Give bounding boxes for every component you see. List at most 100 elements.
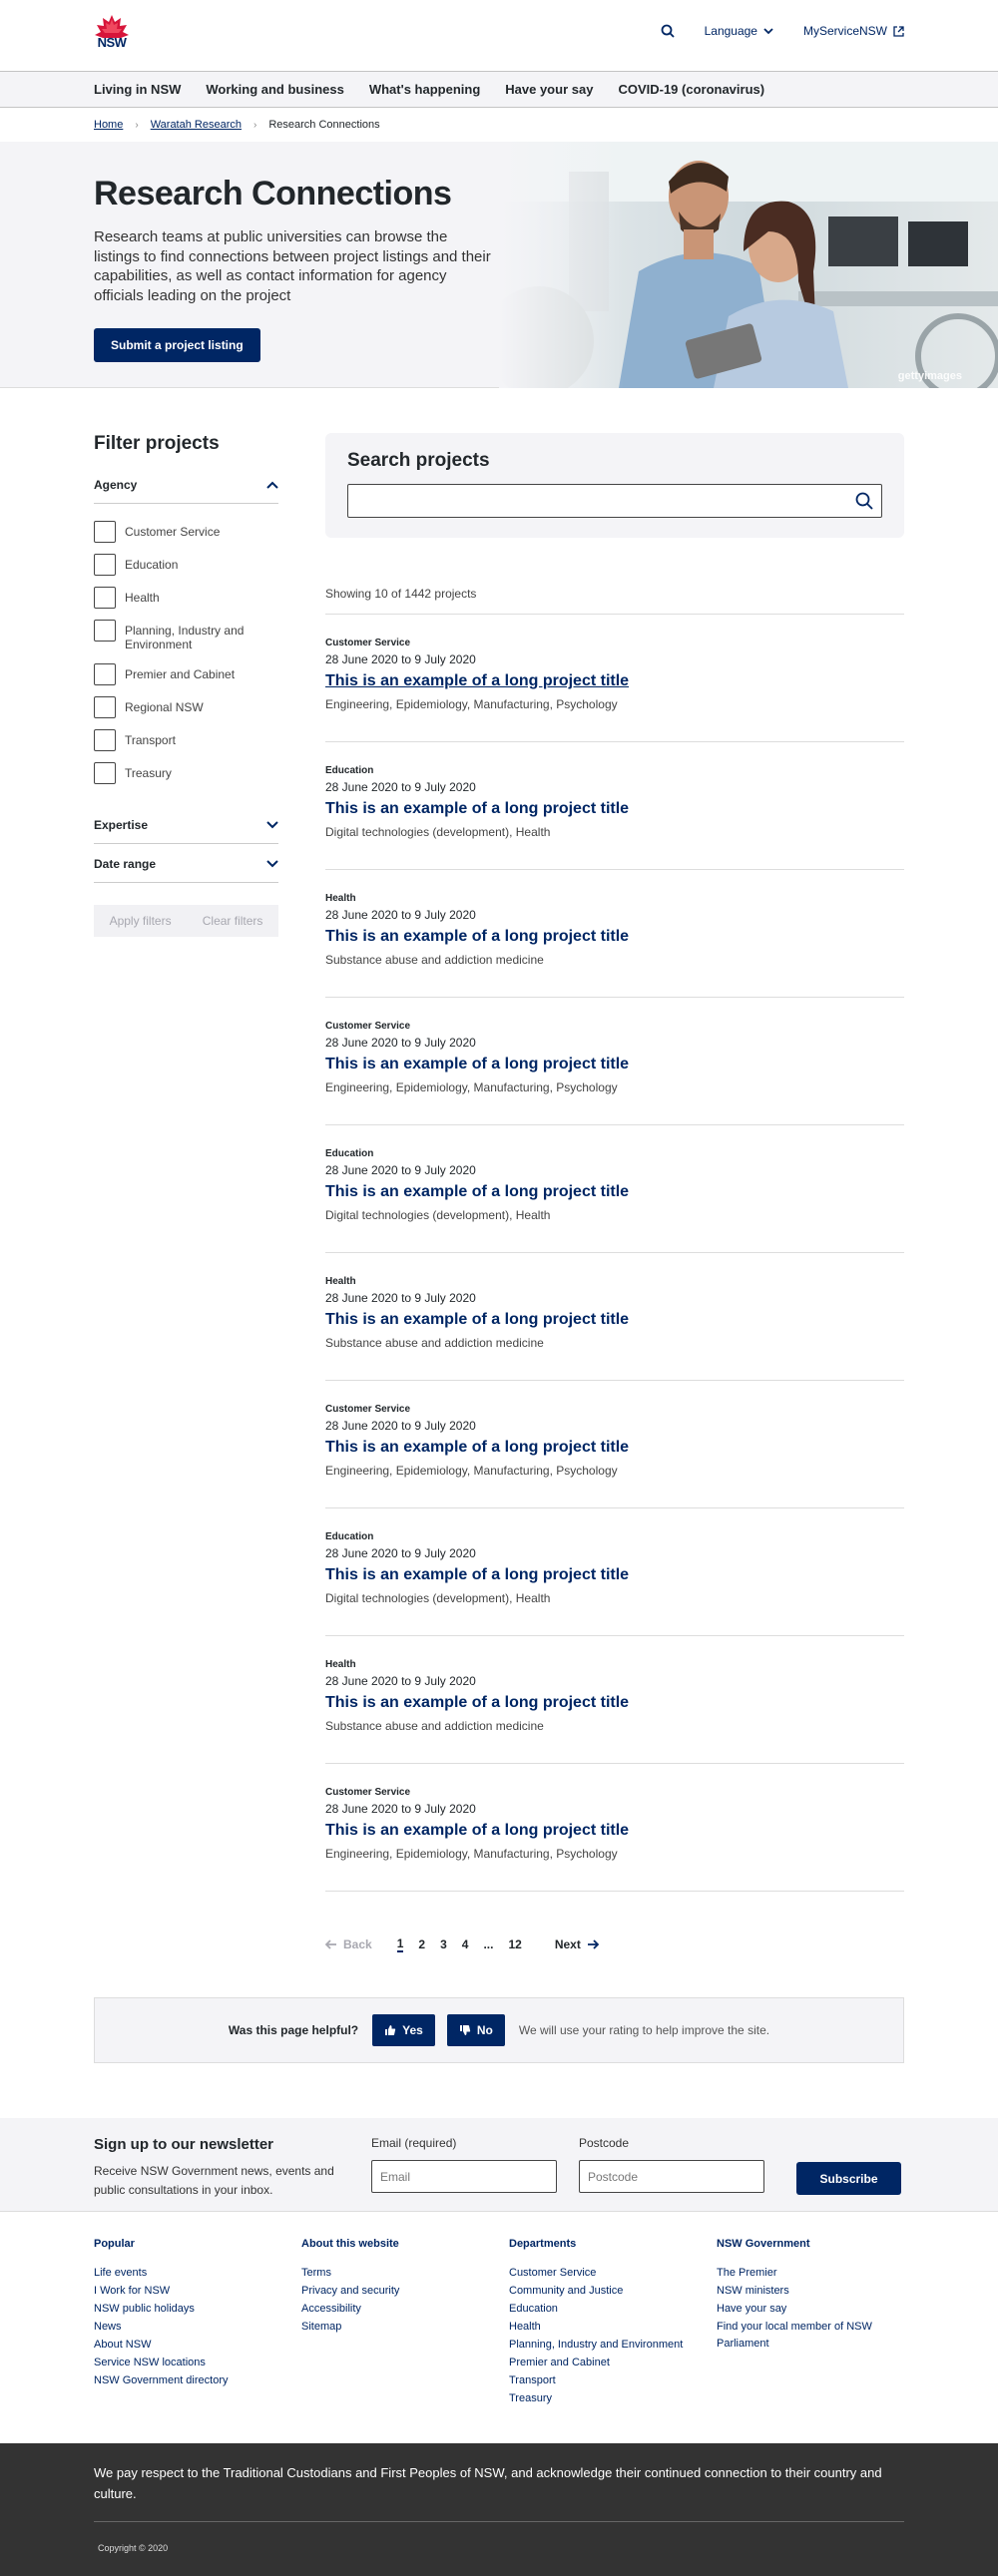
agency-option-treasury[interactable]: Treasury (94, 761, 278, 784)
checkbox[interactable] (94, 695, 116, 718)
footer-link[interactable]: Accessibility (301, 2301, 509, 2318)
page-3[interactable]: 3 (440, 1937, 447, 1951)
project-dates: 28 June 2020 to 9 July 2020 (325, 1163, 476, 1177)
breadcrumb-home[interactable]: Home (94, 119, 123, 131)
project-title-link[interactable]: This is an example of a long project tit… (325, 800, 904, 818)
agency-option-planning[interactable]: Planning, Industry and Environment (94, 620, 278, 652)
checkbox[interactable] (94, 728, 116, 751)
page-1[interactable]: 1 (396, 1936, 404, 1952)
newsletter-email-group: Email (required) Email (371, 2136, 557, 2193)
filter-actions: Apply filters Clear filters (94, 904, 278, 937)
footer-link[interactable]: Planning, Industry and Environment (509, 2337, 717, 2354)
project-card: Health 28 June 2020 to 9 July 2020 This is… (325, 1253, 904, 1381)
expertise-facet-toggle[interactable]: Expertise (94, 805, 278, 844)
footer-link[interactable]: News (94, 2319, 301, 2336)
postcode-field-label: Postcode (579, 2136, 630, 2150)
project-card: Education 28 June 2020 to 9 July 2020 This… (325, 742, 904, 870)
checkbox[interactable] (94, 587, 116, 609)
clear-filters-button[interactable]: Clear filters (203, 914, 263, 928)
feedback-yes-button[interactable]: Yes (372, 2014, 435, 2046)
footer-link[interactable]: Customer Service (509, 2265, 717, 2282)
checkbox[interactable] (94, 761, 116, 784)
agency-option-transport[interactable]: Transport (94, 728, 278, 751)
project-title-link[interactable]: This is an example of a long project tit… (325, 1311, 904, 1329)
project-dates: 28 June 2020 to 9 July 2020 (325, 1036, 476, 1050)
checkbox[interactable] (94, 662, 116, 685)
checkbox[interactable] (94, 620, 116, 642)
checkbox[interactable] (94, 521, 116, 543)
nav-item-living-in-nsw[interactable]: Living in NSW (94, 82, 181, 97)
email-field[interactable]: Email (371, 2160, 557, 2193)
nav-item-have-your-say[interactable]: Have your say (505, 82, 593, 97)
project-title-link[interactable]: This is an example of a long project tit… (325, 928, 904, 946)
project-card: Education 28 June 2020 to 9 July 2020 This… (325, 1125, 904, 1253)
checkbox[interactable] (94, 554, 116, 576)
footer-link[interactable]: Transport (509, 2372, 717, 2389)
breadcrumb-waratah-research[interactable]: Waratah Research (151, 119, 242, 131)
agency-option-regional-nsw[interactable]: Regional NSW (94, 695, 278, 718)
footer-link[interactable]: About NSW (94, 2337, 301, 2354)
feedback-question: Was this page helpful? (228, 2023, 359, 2037)
project-title-link[interactable]: This is an example of a long project tit… (325, 1694, 904, 1712)
language-selector[interactable]: Language (705, 24, 773, 38)
project-title-link[interactable]: This is an example of a long project tit… (325, 1183, 904, 1201)
footer-link[interactable]: Community and Justice (509, 2283, 717, 2300)
pagination-next[interactable]: Next (555, 1937, 599, 1951)
footer-link[interactable]: Sitemap (301, 2319, 509, 2336)
agency-option-customer-service[interactable]: Customer Service (94, 521, 278, 543)
footer-link[interactable]: Premier and Cabinet (509, 2355, 717, 2371)
search-icon[interactable] (661, 24, 675, 38)
submit-listing-button[interactable]: Submit a project listing (94, 328, 260, 363)
project-agency: Education (325, 765, 374, 776)
footer-link[interactable]: The Premier (717, 2265, 924, 2282)
agency-option-education[interactable]: Education (94, 554, 278, 576)
agency-option-premier-and-cabinet[interactable]: Premier and Cabinet (94, 662, 278, 685)
feedback-no-label: No (476, 2023, 493, 2037)
chevron-up-icon (266, 481, 278, 489)
footer-link[interactable]: Find your local member of NSW Parliament (717, 2319, 924, 2352)
project-title-link[interactable]: This is an example of a long project tit… (325, 672, 904, 690)
site-header: NSW Language MyServiceNSW (0, 0, 998, 71)
footer-link[interactable]: Service NSW locations (94, 2355, 301, 2371)
project-title-link[interactable]: This is an example of a long project tit… (325, 1566, 904, 1584)
nav-item-whats-happening[interactable]: What's happening (369, 82, 480, 97)
postcode-field[interactable]: Postcode (579, 2160, 764, 2193)
agency-option-health[interactable]: Health (94, 587, 278, 609)
pagination: Back 1 2 3 4 ... 12 Next (325, 1936, 904, 1952)
project-title-link[interactable]: This is an example of a long project tit… (325, 1822, 904, 1840)
footer-link[interactable]: Education (509, 2301, 717, 2318)
footer-link[interactable]: Life events (94, 2265, 301, 2282)
page-4[interactable]: 4 (462, 1937, 469, 1951)
subscribe-button[interactable]: Subscribe (796, 2162, 901, 2195)
page-2[interactable]: 2 (418, 1937, 425, 1951)
footer-link[interactable]: Privacy and security (301, 2283, 509, 2300)
project-title-link[interactable]: This is an example of a long project tit… (325, 1056, 904, 1073)
footer-link[interactable]: Health (509, 2319, 717, 2336)
search-input[interactable] (347, 484, 882, 518)
nav-item-covid-19[interactable]: COVID-19 (coronavirus) (618, 82, 764, 97)
footer-link[interactable]: Have your say (717, 2301, 924, 2318)
project-card: Customer Service 28 June 2020 to 9 July 2… (325, 615, 904, 742)
page-12[interactable]: 12 (508, 1937, 521, 1951)
pagination-back[interactable]: Back (325, 1937, 372, 1951)
filter-panel: Filter projects Agency Customer Service … (94, 433, 278, 1952)
apply-filters-button[interactable]: Apply filters (110, 914, 172, 928)
project-title-link[interactable]: This is an example of a long project tit… (325, 1439, 904, 1457)
search-icon[interactable] (855, 492, 873, 510)
footer-link[interactable]: NSW Government directory (94, 2372, 301, 2389)
project-expertise-tags: Engineering, Epidemiology, Manufacturing… (325, 1464, 618, 1478)
arrow-right-icon (587, 1939, 599, 1949)
footer-link[interactable]: NSW ministers (717, 2283, 924, 2300)
page-ellipsis: ... (483, 1937, 494, 1951)
project-agency: Customer Service (325, 638, 411, 648)
myservicensw-link[interactable]: MyServiceNSW (803, 24, 904, 38)
nav-item-working-and-business[interactable]: Working and business (206, 82, 343, 97)
footer-link[interactable]: I Work for NSW (94, 2283, 301, 2300)
agency-option-label: Customer Service (125, 525, 221, 539)
feedback-no-button[interactable]: No (446, 2014, 505, 2046)
footer-link[interactable]: Treasury (509, 2390, 717, 2407)
date-range-facet-toggle[interactable]: Date range (94, 844, 278, 883)
agency-facet-toggle[interactable]: Agency (94, 478, 278, 504)
footer-link[interactable]: Terms (301, 2265, 509, 2282)
footer-link[interactable]: NSW public holidays (94, 2301, 301, 2318)
